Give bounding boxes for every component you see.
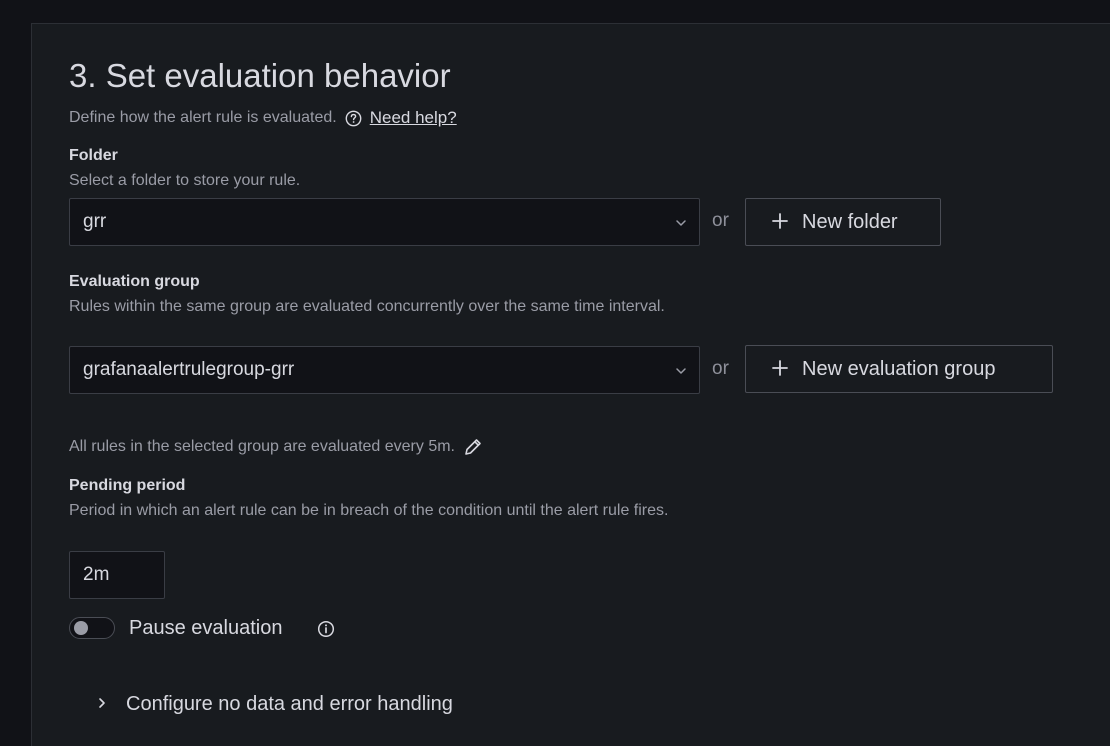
toggle-knob xyxy=(74,621,88,635)
no-data-error-handling-label: Configure no data and error handling xyxy=(126,693,453,715)
pause-evaluation-label[interactable]: Pause evaluation xyxy=(129,617,282,640)
evaluation-group-select-value: grafanaalertrulegroup-grr xyxy=(83,359,295,380)
evaluation-behavior-panel: 3. Set evaluation behavior Define how th… xyxy=(31,23,1110,746)
evaluation-group-select[interactable]: grafanaalertrulegroup-grr xyxy=(69,346,700,394)
section-description: Define how the alert rule is evaluated. xyxy=(69,109,337,126)
pending-period-value: 2m xyxy=(83,564,110,585)
evaluation-group-description: Rules within the same group are evaluate… xyxy=(69,298,665,315)
evaluation-interval-row: All rules in the selected group are eval… xyxy=(69,436,483,458)
pencil-icon[interactable] xyxy=(463,437,483,457)
evaluation-interval-note: All rules in the selected group are eval… xyxy=(69,438,455,455)
chevron-down-icon xyxy=(675,362,687,378)
folder-select[interactable]: grr xyxy=(69,198,700,246)
folder-select-value: grr xyxy=(83,211,107,232)
folder-description: Select a folder to store your rule. xyxy=(69,172,301,189)
pending-period-label: Pending period xyxy=(69,477,186,494)
folder-or-text: or xyxy=(712,210,729,231)
pending-period-description: Period in which an alert rule can be in … xyxy=(69,502,669,519)
plus-icon xyxy=(772,210,788,234)
section-description-row: Define how the alert rule is evaluated. … xyxy=(69,108,457,128)
question-circle-icon xyxy=(345,110,362,127)
section-title: 3. Set evaluation behavior xyxy=(69,57,451,94)
pending-period-input[interactable]: 2m xyxy=(69,551,165,599)
need-help-link[interactable]: Need help? xyxy=(370,108,457,128)
plus-icon xyxy=(772,357,788,381)
new-folder-label: New folder xyxy=(802,210,898,233)
info-circle-icon[interactable] xyxy=(317,620,335,643)
evaluation-group-or-text: or xyxy=(712,358,729,379)
new-folder-button[interactable]: New folder xyxy=(745,198,941,246)
no-data-error-handling-toggle[interactable]: Configure no data and error handling xyxy=(98,693,453,716)
new-evaluation-group-label: New evaluation group xyxy=(802,357,996,380)
chevron-right-icon xyxy=(98,696,106,714)
new-evaluation-group-button[interactable]: New evaluation group xyxy=(745,345,1053,393)
pause-evaluation-toggle[interactable] xyxy=(69,617,115,639)
evaluation-group-label: Evaluation group xyxy=(69,273,200,290)
folder-label: Folder xyxy=(69,147,118,164)
chevron-down-icon xyxy=(675,214,687,230)
